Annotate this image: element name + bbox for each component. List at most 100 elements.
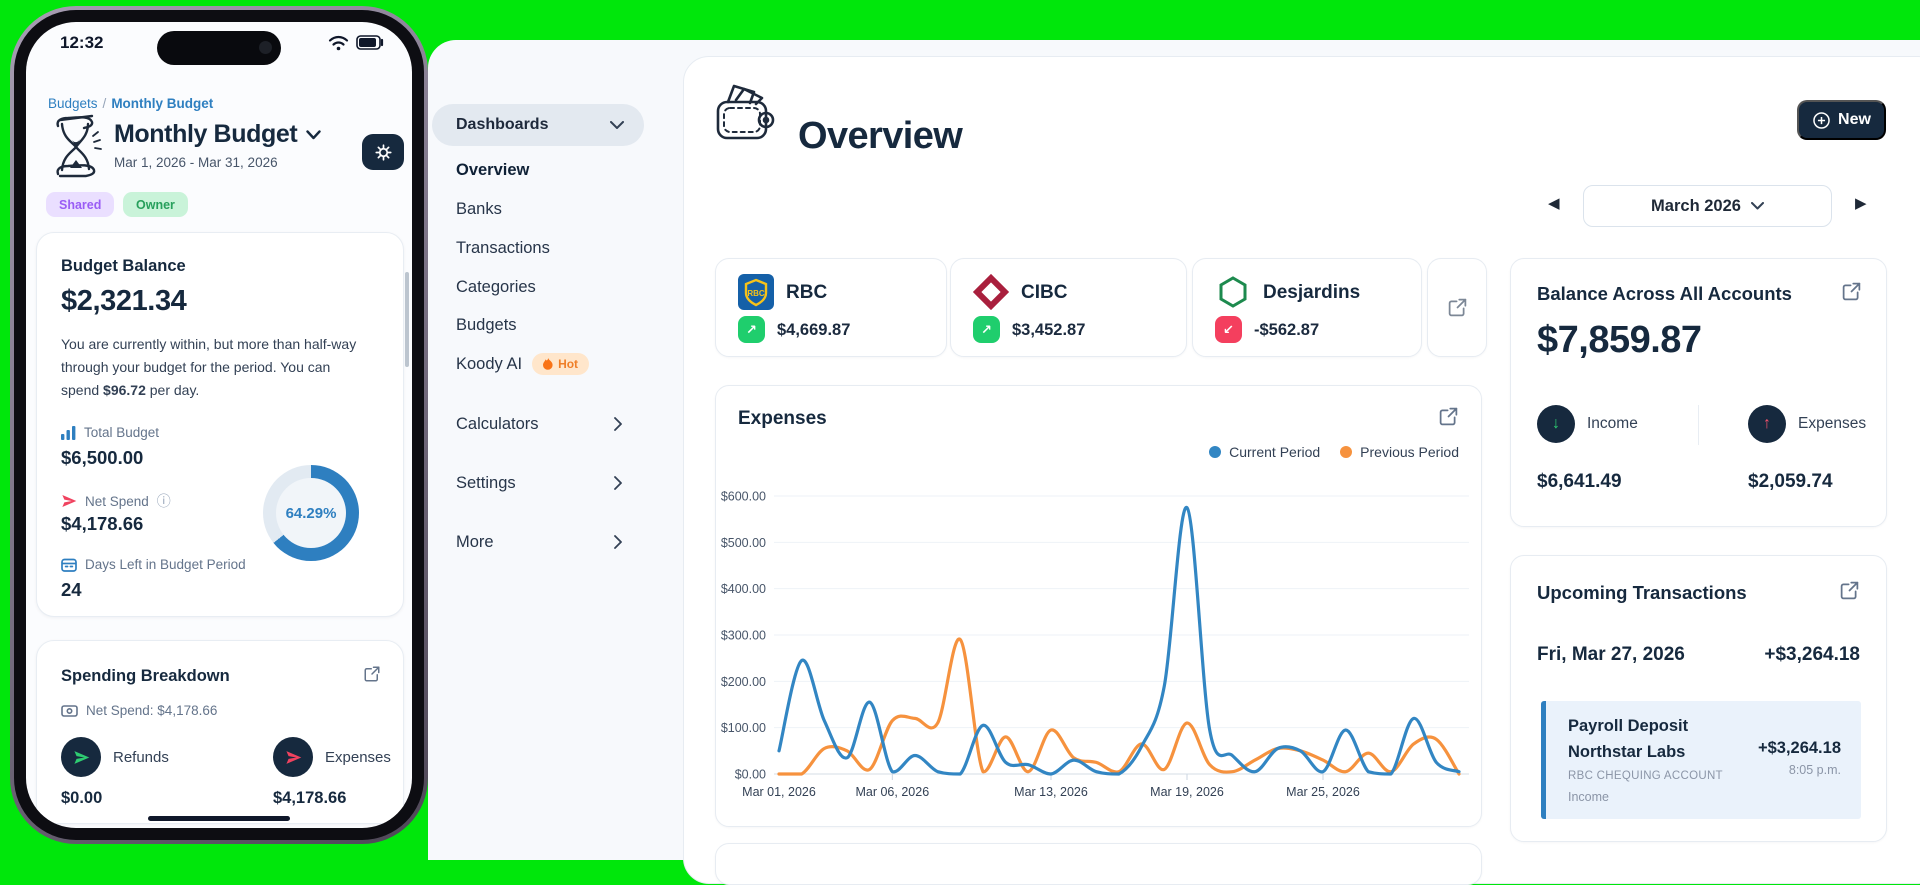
svg-text:Mar 06, 2026: Mar 06, 2026 xyxy=(855,785,929,799)
svg-text:Mar 25, 2026: Mar 25, 2026 xyxy=(1286,785,1360,799)
trend-up-icon: ↗ xyxy=(738,316,765,343)
phone-scrollbar[interactable] xyxy=(405,272,409,367)
upcoming-expand-button[interactable] xyxy=(1839,580,1860,601)
sidebar-item-calculators[interactable]: Calculators xyxy=(456,411,656,437)
new-button[interactable]: New xyxy=(1797,100,1886,140)
month-selector[interactable]: March 2026 xyxy=(1583,185,1832,227)
transaction-category: Income xyxy=(1568,790,1609,804)
expenses-value: $2,059.74 xyxy=(1748,471,1833,492)
chart-expand-button[interactable] xyxy=(1438,406,1459,427)
bank-card-desjardins[interactable]: Desjardins ↙ -$562.87 xyxy=(1192,258,1422,357)
days-left-label: Days Left in Budget Period xyxy=(85,557,246,572)
sidebar-item-label: Calculators xyxy=(456,414,539,433)
sidebar-item-label: Categories xyxy=(456,277,536,296)
total-balance: $7,859.87 xyxy=(1537,319,1702,361)
transaction-row[interactable]: Payroll Deposit Northstar Labs RBC CHEQU… xyxy=(1541,701,1861,819)
svg-text:$500.00: $500.00 xyxy=(721,536,766,550)
breadcrumb: Budgets / Monthly Budget xyxy=(48,96,213,111)
chevron-right-icon xyxy=(614,417,622,431)
sidebar-item-banks[interactable]: Banks xyxy=(456,196,656,222)
days-left-row: Days Left in Budget Period xyxy=(61,557,246,572)
sidebar-group-dashboards[interactable]: Dashboards xyxy=(432,104,644,146)
next-card-peek xyxy=(715,843,1482,885)
breadcrumb-separator: / xyxy=(102,96,107,111)
budget-settings-button[interactable] xyxy=(362,134,404,170)
expenses-label: Expenses xyxy=(1798,415,1867,432)
svg-text:$300.00: $300.00 xyxy=(721,629,766,643)
paper-plane-icon xyxy=(73,750,89,764)
status-bar-time: 12:32 xyxy=(60,33,104,52)
sidebar-item-transactions[interactable]: Transactions xyxy=(456,235,656,261)
bank-name: RBC xyxy=(786,282,828,303)
sidebar-item-categories[interactable]: Categories xyxy=(456,274,656,300)
previous-month-arrow[interactable]: ◀ xyxy=(1548,194,1560,212)
refunds-icon-circle xyxy=(61,737,101,777)
trend-up-icon: ↗ xyxy=(973,316,1000,343)
sidebar-item-label: Banks xyxy=(456,199,502,218)
expand-accounts-card[interactable] xyxy=(1427,258,1487,357)
hourglass-doodle-icon xyxy=(56,114,102,178)
sidebar-item-koody-ai[interactable]: Koody AI Hot xyxy=(456,351,656,377)
refunds-value: $0.00 xyxy=(61,789,103,807)
transaction-time: 8:05 p.m. xyxy=(1788,763,1841,777)
legend-dot-blue xyxy=(1209,446,1222,458)
budget-title-dropdown[interactable]: Monthly Budget xyxy=(114,120,321,149)
bank-name: Desjardins xyxy=(1263,282,1361,303)
sidebar-item-label: More xyxy=(456,532,494,551)
sidebar-item-budgets[interactable]: Budgets xyxy=(456,312,656,338)
external-link-icon xyxy=(1842,282,1861,301)
svg-text:Mar 01, 2026: Mar 01, 2026 xyxy=(742,785,816,799)
balance-across-accounts-card: Balance Across All Accounts $7,859.87 ↓ … xyxy=(1510,258,1887,527)
page-title: Overview xyxy=(798,115,963,158)
info-icon[interactable]: ⓘ xyxy=(157,491,171,511)
legend-item-previous-period[interactable]: Previous Period xyxy=(1340,444,1459,460)
sidebar-item-label: Koody AI xyxy=(456,354,523,373)
transaction-title: Payroll Deposit xyxy=(1568,717,1689,735)
budget-progress-donut: 64.29% xyxy=(263,465,359,561)
external-link-icon xyxy=(1448,298,1466,317)
svg-text:Mar 19, 2026: Mar 19, 2026 xyxy=(1150,785,1224,799)
owner-badge: Owner xyxy=(123,192,188,217)
sidebar-group-label: Dashboards xyxy=(456,116,549,133)
total-budget-label: Total Budget xyxy=(84,425,160,440)
budget-balance-title: Budget Balance xyxy=(61,257,186,275)
rbc-logo-icon: RBC xyxy=(738,274,774,310)
paper-plane-icon xyxy=(62,495,77,507)
chevron-right-icon xyxy=(614,476,622,490)
expenses-line-chart: $0.00 $100.00 $200.00 $300.00 $400.00 $500.00… xyxy=(721,490,1469,799)
next-month-arrow[interactable]: ▶ xyxy=(1855,194,1867,212)
sidebar-item-label: Settings xyxy=(456,473,516,492)
balance-expand-button[interactable] xyxy=(1841,281,1862,302)
total-budget-row: Total Budget xyxy=(61,425,159,440)
sidebar-item-settings[interactable]: Settings xyxy=(456,470,656,496)
gear-icon xyxy=(374,143,392,161)
breadcrumb-budgets-link[interactable]: Budgets xyxy=(48,96,98,111)
expenses-icon-circle xyxy=(273,737,313,777)
chevron-down-icon xyxy=(610,120,624,129)
spending-breakdown-expand-button[interactable] xyxy=(363,665,381,683)
chart-legend: Current Period Previous Period xyxy=(1209,444,1459,460)
description-daily-amount: $96.72 xyxy=(103,382,146,398)
dynamic-island xyxy=(157,31,281,65)
total-budget-value: $6,500.00 xyxy=(61,447,144,468)
sidebar-item-more[interactable]: More xyxy=(456,529,656,555)
chart-title: Expenses xyxy=(738,408,827,429)
legend-item-current-period[interactable]: Current Period xyxy=(1209,444,1320,460)
bank-balance: $3,452.87 xyxy=(1012,321,1086,339)
income-arrow-down-icon: ↓ xyxy=(1537,405,1575,443)
wallet-doodle-icon xyxy=(716,84,775,140)
bank-card-cibc[interactable]: CIBC ↗ $3,452.87 xyxy=(950,258,1187,357)
breadcrumb-current[interactable]: Monthly Budget xyxy=(111,96,213,111)
plus-circle-icon xyxy=(1813,111,1830,129)
hot-badge-label: Hot xyxy=(558,357,579,371)
net-spend-summary-row: Net Spend: $4,178.66 xyxy=(61,703,217,718)
budget-balance-card: Budget Balance $2,321.34 You are current… xyxy=(36,232,404,617)
paper-plane-icon xyxy=(285,750,301,764)
bank-card-rbc[interactable]: RBC RBC ↗ $4,669.87 xyxy=(715,258,947,357)
external-link-icon xyxy=(1439,407,1458,426)
sidebar-item-overview[interactable]: Overview xyxy=(456,157,656,183)
description-text: per day. xyxy=(145,382,200,398)
expenses-arrow-up-icon: ↑ xyxy=(1748,405,1786,443)
refunds-label: Refunds xyxy=(113,749,169,766)
sidebar-item-label: Overview xyxy=(456,160,530,179)
